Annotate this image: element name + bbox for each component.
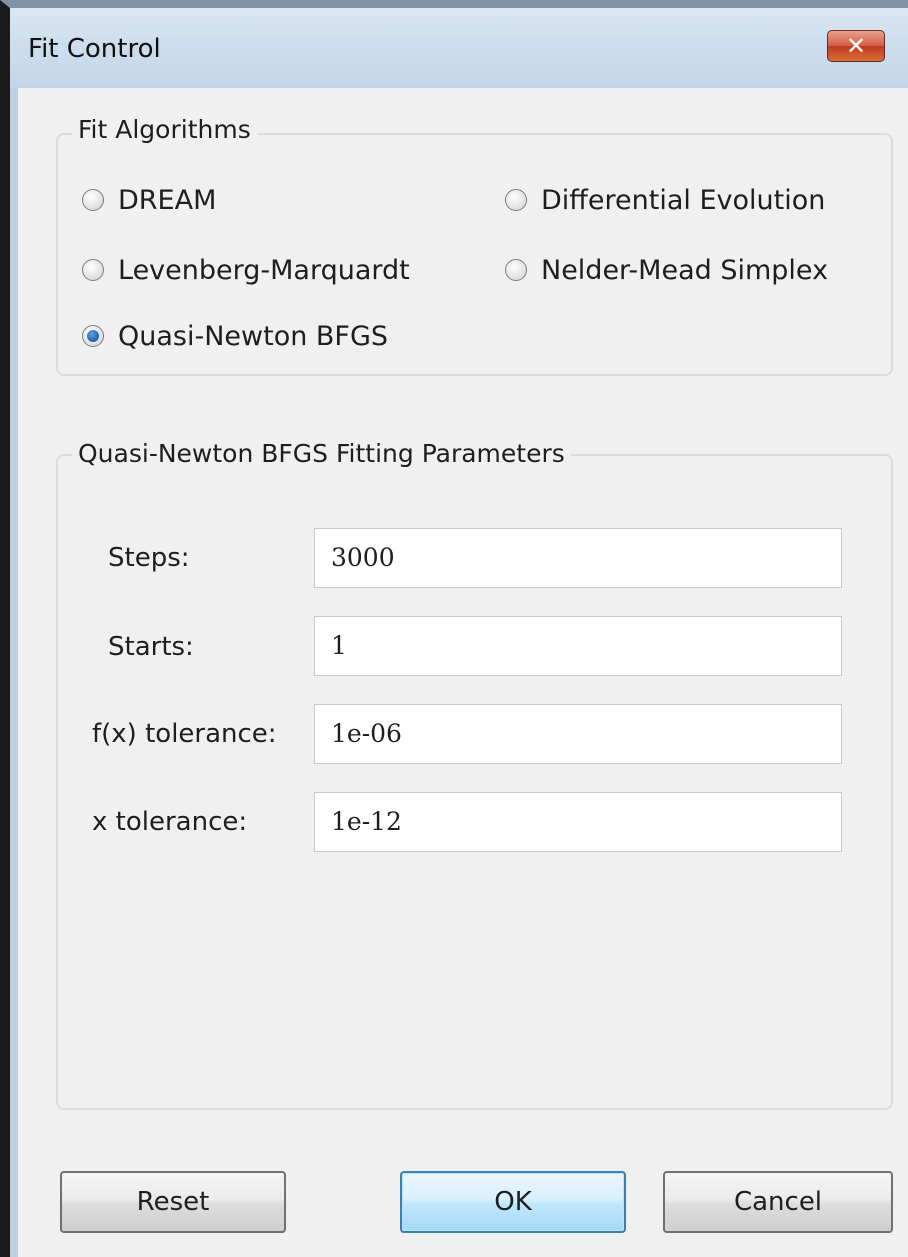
- close-button[interactable]: ✕: [827, 30, 885, 62]
- radio-label: DREAM: [118, 184, 217, 216]
- radio-label: Levenberg-Marquardt: [118, 254, 410, 286]
- reset-button[interactable]: Reset: [60, 1171, 286, 1233]
- fit-algorithms-legend: Fit Algorithms: [72, 115, 257, 144]
- close-icon: ✕: [845, 32, 867, 60]
- steps-input[interactable]: 3000: [314, 528, 842, 588]
- radio-differential-evolution[interactable]: Differential Evolution: [505, 184, 825, 216]
- cancel-button[interactable]: Cancel: [663, 1171, 893, 1233]
- radio-label: Differential Evolution: [541, 184, 826, 216]
- radio-levenberg-marquardt[interactable]: Levenberg-Marquardt: [82, 254, 410, 286]
- window-title: Fit Control: [28, 34, 161, 64]
- fx-tolerance-label: f(x) tolerance:: [92, 719, 277, 749]
- ok-button[interactable]: OK: [400, 1171, 626, 1233]
- radio-icon: [505, 259, 527, 281]
- radio-label: Nelder-Mead Simplex: [541, 254, 829, 286]
- x-tolerance-label: x tolerance:: [92, 807, 248, 837]
- starts-label: Starts:: [108, 632, 194, 662]
- radio-label: Quasi-Newton BFGS: [118, 320, 389, 352]
- radio-quasi-newton-bfgs[interactable]: Quasi-Newton BFGS: [82, 320, 388, 352]
- radio-icon: [505, 189, 527, 211]
- x-tolerance-input[interactable]: 1e-12: [314, 792, 842, 852]
- radio-icon: [82, 189, 104, 211]
- radio-icon: [82, 259, 104, 281]
- starts-input[interactable]: 1: [314, 616, 842, 676]
- dialog-body: Fit Algorithms DREAM Differential Evolut…: [18, 88, 908, 1257]
- radio-nelder-mead-simplex[interactable]: Nelder-Mead Simplex: [505, 254, 828, 286]
- fit-control-window: Fit Control ✕ Fit Algorithms DREAM Diffe…: [0, 0, 908, 1257]
- title-bar[interactable]: Fit Control ✕: [10, 8, 908, 88]
- radio-dream[interactable]: DREAM: [82, 184, 216, 216]
- fitting-parameters-legend: Quasi-Newton BFGS Fitting Parameters: [72, 439, 571, 468]
- fx-tolerance-input[interactable]: 1e-06: [314, 704, 842, 764]
- steps-label: Steps:: [108, 543, 190, 573]
- radio-icon: [82, 325, 104, 347]
